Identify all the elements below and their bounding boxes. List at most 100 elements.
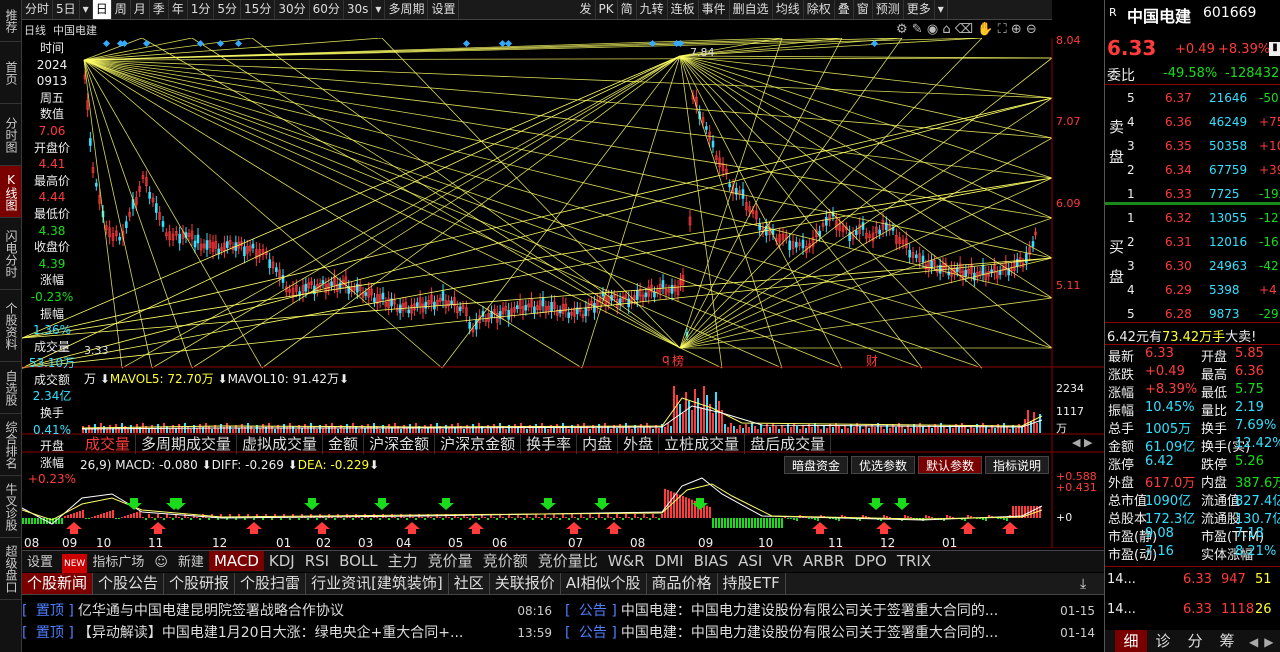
toolbar-tool[interactable]: 均线 [773,0,804,19]
news-tab[interactable]: 行业资讯[建筑装饰] [306,573,449,594]
nav-item[interactable]: K线图 [0,166,21,218]
period-tab[interactable]: 5分 [214,0,242,19]
indicator-button[interactable]: 默认参数 [918,456,983,474]
toolbar-tool[interactable]: 连板 [668,0,699,19]
nav-item[interactable]: 分时图 [0,104,21,166]
period-tab[interactable]: 年 [169,0,188,19]
toolbar-tool[interactable]: 九转 [637,0,668,19]
lock-icon[interactable]: ⌂ [942,22,950,37]
quote-tab[interactable]: 筹 [1211,630,1243,652]
dropdown-icon[interactable]: ▾ [935,0,948,19]
quote-tab[interactable]: 细 [1115,630,1147,652]
news-item[interactable]: [ 置顶 ] 【异动解读】中国电建1月20日大涨：绿电央企+重大合同+... 13:… [22,622,562,644]
news-tab[interactable]: 商品价格 [647,573,718,594]
indicator-tab[interactable]: 新建 [173,553,209,573]
indicator-tab[interactable]: ARBR [798,551,849,571]
quote-tab[interactable]: 诊 [1147,630,1179,652]
indicator-tab[interactable]: 设置 [22,553,58,573]
toolbar-tool[interactable]: 叠 [835,0,854,19]
dropdown-icon[interactable]: ▾ [80,0,93,19]
volume-tab[interactable]: 沪深京金额 [435,434,522,454]
news-tab[interactable]: 个股研报 [164,573,236,594]
nav-item[interactable]: 超级盘口 [0,538,21,600]
chart-icon[interactable]: ▮ [1269,42,1280,56]
toolbar-tool[interactable]: 更多 [904,0,935,19]
download-icon[interactable]: ⤓ [1080,576,1086,592]
indicator-tab[interactable]: DPO [849,551,891,571]
nav-item[interactable]: 综合排名 [0,414,21,476]
toolbar-tool[interactable]: 简 [618,0,637,19]
nav-item[interactable]: 自选股 [0,362,21,414]
toolbar-tool[interactable]: 发 [576,0,596,19]
period-tab[interactable]: 60分 [310,0,344,19]
indicator-tab[interactable]: VR [767,551,798,571]
volume-tab[interactable]: 金额 [323,434,365,454]
order-level[interactable]: 2 6.31 12016 -16 [1105,230,1280,254]
expand-icon[interactable]: ⛶ [998,22,1007,37]
indicator-tab[interactable]: 主力 [383,551,423,571]
prev-icon[interactable]: ◀ [1249,635,1258,649]
volume-tab[interactable]: 内盘 [577,434,619,454]
period-tab[interactable]: 5日 [53,0,80,19]
news-tab[interactable]: 社区 [449,573,490,594]
order-level[interactable]: 3 6.30 24963 -42 [1105,254,1280,278]
indicator-tab[interactable]: BOLL [334,551,383,571]
order-level[interactable]: 16.3213055-127 [1105,206,1280,230]
period-tab[interactable]: 分时 [22,0,54,19]
period-tab[interactable]: 设置 [428,0,460,19]
volume-tab[interactable]: 成交量 [80,434,137,454]
volume-tab[interactable]: 外盘 [618,434,660,454]
news-tab[interactable]: 个股公告 [93,573,165,594]
settings-icon[interactable]: ⚙ [896,22,908,37]
news-item[interactable]: [ 公告 ] 中国电建：中国电力建设股份有限公司关于签署重大合同的... 01-15 [565,600,1105,622]
indicator-tab[interactable]: ASI [733,551,767,571]
indicator-tab[interactable]: 竞价量比 [533,551,603,571]
order-level[interactable]: 26.3467759+392 [1105,158,1280,182]
indicator-tab[interactable]: DMI [650,551,689,571]
indicator-tab[interactable]: RSI [300,551,334,571]
indicator-tab[interactable]: BIAS [689,551,734,571]
volume-tab[interactable]: 盘后成交量 [745,434,832,454]
indicator-tab[interactable]: W&R [603,551,650,571]
period-tab[interactable]: 日 [92,0,112,19]
indicator-tab[interactable]: 竞价量 [423,551,478,571]
indicator-tab[interactable]: TRIX [892,551,936,571]
news-tab[interactable]: 关联报价 [490,573,561,594]
news-tab[interactable]: AI相似个股 [561,573,647,594]
toolbar-tool[interactable]: 预测 [873,0,904,19]
nav-item[interactable]: 首页 [0,42,21,104]
period-tab[interactable]: 15分 [241,0,276,19]
news-tab[interactable]: 持股ETF [718,573,786,594]
eye-icon[interactable]: ◉ [927,22,938,37]
news-tab[interactable]: 个股新闻 [22,573,94,594]
toolbar-tool[interactable]: 事件 [699,0,730,19]
indicator-tab[interactable]: 指标广场 [87,553,149,573]
order-level[interactable]: 4 6.29 5398 +4 [1105,278,1280,302]
event-mark[interactable]: 财 [866,352,878,369]
scroll-arrows[interactable]: ◀ ▶ [1072,436,1092,449]
news-item[interactable]: [ 置顶 ] 亿华通与中国电建昆明院签署战略合作协议 08:16 [22,600,562,622]
period-tab[interactable]: 多周期 [385,0,429,19]
indicator-button[interactable]: 暗盘资金 [784,456,849,474]
nav-item[interactable]: 闪电分时 [0,218,21,290]
period-tab[interactable]: 月 [131,0,150,19]
indicator-button[interactable]: 指标说明 [985,456,1050,474]
indicator-button[interactable]: 优选参数 [851,456,916,474]
period-tab[interactable]: 1分 [188,0,215,19]
event-mark[interactable]: q [662,352,670,366]
toolbar-tool[interactable]: PK [596,0,618,19]
next-icon[interactable]: ▶ [1264,635,1273,649]
period-tab[interactable]: 周 [112,0,131,19]
indicator-tab[interactable]: KDJ [264,551,300,571]
order-level[interactable]: 5 6.37 21646 -50 [1105,86,1280,110]
period-tab[interactable]: 30s [344,0,373,19]
delete-icon[interactable]: ⌫ [955,22,973,37]
toolbar-tool[interactable]: 除权 [804,0,835,19]
nav-item[interactable]: 牛叉诊股 [0,476,21,538]
zoom-in-icon[interactable]: ⊕ [1011,22,1022,37]
news-tab[interactable]: 个股扫雷 [235,573,307,594]
nav-item[interactable]: 推荐 [0,0,21,42]
dropdown-icon[interactable]: ▾ [372,0,386,19]
indicator-tab[interactable]: 竞价额 [478,551,533,571]
toolbar-tool[interactable]: 窗 [854,0,873,19]
